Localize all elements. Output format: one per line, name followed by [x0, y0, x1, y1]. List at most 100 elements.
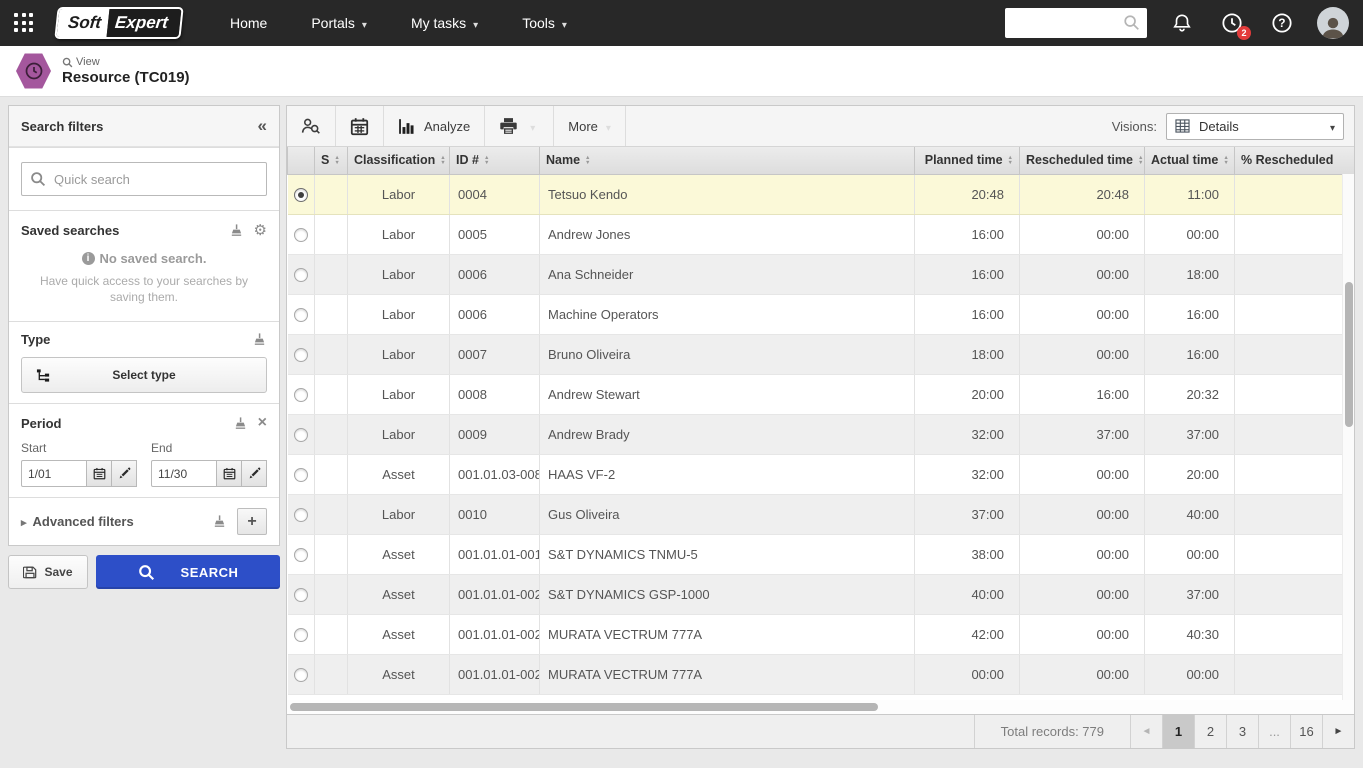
table-row[interactable]: Asset001.01.01-002S&T DYNAMICS GSP-10004… [288, 574, 1355, 614]
row-radio-cell[interactable] [288, 254, 315, 294]
row-select-radio[interactable] [294, 428, 308, 442]
row-select-radio[interactable] [294, 628, 308, 642]
row-radio-cell[interactable] [288, 494, 315, 534]
row-classification: Asset [348, 574, 450, 614]
row-select-radio[interactable] [294, 548, 308, 562]
clear-filter-broom-icon[interactable] [212, 514, 227, 529]
select-type-button[interactable]: Select type [21, 357, 267, 393]
table-row[interactable]: Asset001.01.01-0021MURATA VECTRUM 777A42… [288, 614, 1355, 654]
column-header-planned-time[interactable]: Planned time [915, 147, 1020, 174]
table-row[interactable]: Labor0009Andrew Brady32:0037:0037:00 [288, 414, 1355, 454]
row-radio-cell[interactable] [288, 574, 315, 614]
table-row[interactable]: Labor0008Andrew Stewart20:0016:0020:32 [288, 374, 1355, 414]
row-radio-cell[interactable] [288, 334, 315, 374]
table-row[interactable]: Labor0006Machine Operators16:0000:0016:0… [288, 294, 1355, 334]
column-header-name[interactable]: Name [540, 147, 915, 174]
pending-tasks-clock-icon[interactable]: 2 [1217, 8, 1247, 38]
row-radio-cell[interactable] [288, 174, 315, 214]
page-button[interactable]: 16 [1290, 715, 1322, 748]
menu-my-tasks[interactable]: My tasks [393, 0, 496, 46]
menu-tools[interactable]: Tools [504, 0, 585, 46]
advanced-filters-toggle[interactable]: Advanced filters [21, 514, 134, 529]
column-header-actual-time[interactable]: Actual time [1145, 147, 1235, 174]
menu-home[interactable]: Home [212, 0, 285, 46]
next-page-button[interactable] [1322, 715, 1354, 748]
user-avatar[interactable] [1317, 7, 1349, 39]
row-select-radio[interactable] [294, 468, 308, 482]
quick-search-input[interactable] [21, 162, 267, 196]
apps-grid-icon[interactable] [14, 13, 34, 33]
row-rescheduled-time: 00:00 [1020, 454, 1145, 494]
clear-filter-broom-icon[interactable] [252, 332, 267, 347]
row-select-radio[interactable] [294, 388, 308, 402]
row-select-radio[interactable] [294, 308, 308, 322]
collapse-sidebar-icon[interactable] [258, 116, 267, 136]
row-select-radio[interactable] [294, 268, 308, 282]
column-header-classification[interactable]: Classification [348, 147, 450, 174]
column-header-s[interactable]: S [315, 147, 348, 174]
notifications-bell-icon[interactable] [1167, 8, 1197, 38]
row-select-radio[interactable] [294, 228, 308, 242]
table-row[interactable]: Asset001.01.01-001S&T DYNAMICS TNMU-538:… [288, 534, 1355, 574]
clear-filter-broom-icon[interactable] [233, 416, 248, 431]
page-button[interactable]: 2 [1194, 715, 1226, 748]
row-select-radio[interactable] [294, 348, 308, 362]
logo-part-1: Soft [57, 9, 110, 37]
row-select-radio[interactable] [294, 588, 308, 602]
row-select-radio[interactable] [294, 508, 308, 522]
row-radio-cell[interactable] [288, 214, 315, 254]
column-header-rescheduled-time[interactable]: Rescheduled time [1020, 147, 1145, 174]
row-select-radio[interactable] [294, 668, 308, 682]
table-row[interactable]: Labor0004Tetsuo Kendo20:4820:4811:00 [288, 174, 1355, 214]
calendar-icon[interactable] [87, 460, 112, 487]
results-toolbar: Analyze More Visions: Details [287, 106, 1354, 147]
column-header-pct-rescheduled[interactable]: % Rescheduled [1235, 147, 1355, 174]
previous-page-button[interactable] [1130, 715, 1162, 748]
horizontal-scrollbar-thumb[interactable] [290, 703, 878, 711]
sort-icon [484, 156, 489, 166]
save-button[interactable]: Save [8, 555, 88, 589]
period-end-input[interactable] [151, 460, 217, 487]
horizontal-scrollbar[interactable] [287, 700, 1354, 714]
row-radio-cell[interactable] [288, 654, 315, 694]
vertical-scrollbar-thumb[interactable] [1345, 282, 1353, 427]
row-rescheduled-time: 16:00 [1020, 374, 1145, 414]
period-start-input[interactable] [21, 460, 87, 487]
table-row[interactable]: Labor0010Gus Oliveira37:0000:0040:00 [288, 494, 1355, 534]
column-header-id[interactable]: ID # [450, 147, 540, 174]
table-row[interactable]: Asset001.01.01-0021MURATA VECTRUM 777A00… [288, 654, 1355, 694]
type-filter-section: Type Select type [9, 321, 279, 403]
row-radio-cell[interactable] [288, 534, 315, 574]
row-radio-cell[interactable] [288, 294, 315, 334]
softexpert-logo[interactable]: Soft Expert [54, 7, 183, 39]
add-filter-button[interactable] [237, 508, 267, 535]
row-radio-cell[interactable] [288, 414, 315, 454]
row-radio-cell[interactable] [288, 454, 315, 494]
help-icon[interactable]: ? [1267, 8, 1297, 38]
table-row[interactable]: Labor0005Andrew Jones16:0000:0000:00 [288, 214, 1355, 254]
clear-date-brush-icon[interactable] [242, 460, 267, 487]
table-row[interactable]: Asset001.01.03-008HAAS VF-232:0000:0020:… [288, 454, 1355, 494]
clear-filter-broom-icon[interactable] [229, 223, 244, 238]
search-button[interactable]: SEARCH [96, 555, 280, 589]
page-button[interactable]: 3 [1226, 715, 1258, 748]
clear-date-brush-icon[interactable] [112, 460, 137, 487]
more-button[interactable]: More [554, 106, 626, 146]
calendar-view-button[interactable] [336, 106, 384, 146]
analyze-button[interactable]: Analyze [384, 106, 485, 146]
table-row[interactable]: Labor0007Bruno Oliveira18:0000:0016:00 [288, 334, 1355, 374]
row-select-radio[interactable] [294, 188, 308, 202]
row-radio-cell[interactable] [288, 374, 315, 414]
vertical-scrollbar[interactable] [1342, 174, 1354, 700]
resource-search-button[interactable] [287, 106, 336, 146]
remove-period-filter-icon[interactable] [258, 414, 267, 432]
print-button[interactable] [485, 106, 554, 146]
page-button[interactable]: 1 [1162, 715, 1194, 748]
gear-icon[interactable] [254, 221, 267, 239]
menu-portals[interactable]: Portals [293, 0, 385, 46]
print-options-caret[interactable] [526, 119, 539, 134]
calendar-icon[interactable] [217, 460, 242, 487]
visions-select[interactable]: Details [1166, 113, 1344, 140]
table-row[interactable]: Labor0006Ana Schneider16:0000:0018:00 [288, 254, 1355, 294]
row-radio-cell[interactable] [288, 614, 315, 654]
